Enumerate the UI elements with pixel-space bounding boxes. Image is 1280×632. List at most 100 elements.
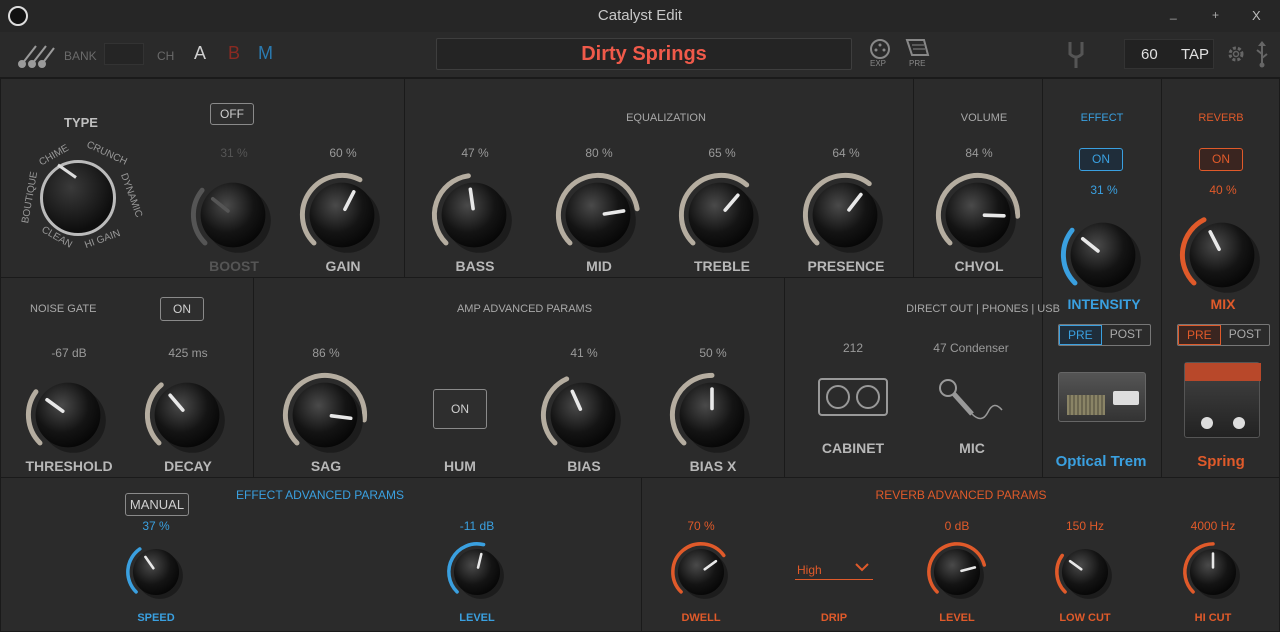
effect-on-button[interactable]: ON [1079, 148, 1123, 171]
bias-value: 41 % [570, 346, 598, 360]
knob-body [200, 182, 266, 248]
preset-name: Dirty Springs [581, 43, 707, 65]
mid-value: 80 % [585, 146, 613, 160]
knob-body [933, 548, 981, 596]
bass-knob[interactable] [429, 170, 519, 265]
effect-name: Optical Trem [1055, 453, 1147, 470]
drip-dropdown[interactable]: High [795, 558, 873, 580]
boost-off-button[interactable]: OFF [210, 103, 254, 125]
tap-button[interactable]: TAP [1181, 46, 1209, 63]
reverb-on-button[interactable]: ON [1199, 148, 1243, 171]
chvol-knob[interactable] [933, 170, 1023, 265]
optical-trem-pedal-image[interactable] [1058, 372, 1146, 422]
gear-icon[interactable] [1226, 44, 1246, 64]
microphone-icon[interactable] [938, 378, 1004, 426]
drip-label: DRIP [820, 612, 848, 624]
threshold-knob-graphic [25, 382, 106, 453]
amp-adv-title: AMP ADVANCED PARAMS [456, 303, 593, 315]
knob-body [1061, 548, 1109, 596]
reverb-name: Spring [1197, 453, 1245, 470]
maximize-button[interactable]: + [1212, 8, 1228, 22]
low-cut-knob[interactable] [1053, 540, 1117, 609]
mid-knob[interactable] [553, 170, 643, 265]
effect-title: EFFECT [1080, 112, 1124, 124]
knob-body [677, 548, 725, 596]
intensity-knob[interactable] [1058, 210, 1148, 305]
hi-cut-knob[interactable] [1181, 540, 1245, 609]
bias-x-knob-graphic [669, 372, 750, 453]
effect-level-knob[interactable] [445, 540, 509, 609]
dwell-knob[interactable] [669, 540, 733, 609]
tuner-fork-icon[interactable] [1064, 40, 1088, 70]
mix-knob[interactable] [1177, 210, 1267, 305]
cabinet-label: CABINET [821, 440, 885, 456]
knob-body [550, 382, 616, 448]
channel-a-button[interactable]: A [194, 43, 206, 64]
bass-label: BASS [455, 258, 495, 274]
threshold-knob[interactable] [23, 370, 113, 465]
reverb-level-value: 0 dB [944, 519, 970, 533]
bias-knob[interactable] [538, 370, 628, 465]
manual-button[interactable]: MANUAL [125, 493, 189, 516]
knob-body [154, 382, 220, 448]
knob-body [688, 182, 754, 248]
effect-post-button[interactable]: POST [1102, 325, 1151, 345]
low-cut-value: 150 Hz [1065, 519, 1105, 533]
pre-icon[interactable] [904, 37, 930, 59]
hi-cut-label: HI CUT [1194, 612, 1232, 624]
mix-knob-graphic [1179, 217, 1260, 293]
effect-pre-button[interactable]: PRE [1059, 325, 1102, 345]
channel-b-button[interactable]: B [228, 43, 240, 64]
decay-knob[interactable] [142, 370, 232, 465]
spring-pedal-image[interactable] [1184, 362, 1261, 438]
intensity-value: 31 % [1090, 183, 1118, 197]
guitars-icon[interactable] [16, 42, 56, 68]
speed-label: SPEED [137, 612, 175, 624]
chvol-label: CHVOL [954, 258, 1004, 274]
mid-knob-graphic [555, 172, 640, 253]
tempo-value[interactable]: 60 [1141, 46, 1158, 63]
treble-knob[interactable] [676, 170, 766, 265]
knob-body [292, 382, 358, 448]
sag-knob[interactable] [280, 370, 370, 465]
treble-knob-graphic [678, 172, 759, 253]
bias-x-knob[interactable] [667, 370, 757, 465]
presence-knob[interactable] [800, 170, 890, 265]
speed-value: 37 % [142, 519, 170, 533]
chvol-value: 84 % [965, 146, 993, 160]
knob-pointer [329, 414, 353, 421]
speed-knob[interactable] [124, 540, 188, 609]
bank-display[interactable] [104, 43, 144, 65]
exp-pedal-icon[interactable] [869, 38, 891, 60]
dwell-label: DWELL [681, 612, 721, 624]
volume-title: VOLUME [960, 112, 1008, 124]
reverb-level-knob[interactable] [925, 540, 989, 609]
minimize-button[interactable]: _ [1170, 6, 1186, 20]
noise-gate-on-button[interactable]: ON [160, 297, 204, 321]
hum-on-button[interactable]: ON [433, 389, 487, 429]
bias-knob-graphic [540, 376, 621, 453]
hum-label: HUM [444, 458, 476, 474]
presence-label: PRESENCE [807, 258, 885, 274]
reverb-post-button[interactable]: POST [1221, 325, 1270, 345]
preset-name-field[interactable]: Dirty Springs [436, 38, 852, 70]
boost-label: BOOST [209, 258, 259, 274]
dwell-knob-graphic [671, 542, 728, 599]
mic-label: MIC [959, 440, 985, 456]
window-title: Catalyst Edit [597, 7, 683, 24]
type-selector-knob[interactable] [40, 160, 116, 236]
presence-value: 64 % [832, 146, 860, 160]
knob-body [35, 382, 101, 448]
sag-label: SAG [310, 458, 342, 474]
toolbar: BANK CH A B M Dirty Springs EXP PRE 60 T… [0, 32, 1280, 78]
usb-icon [1256, 41, 1268, 68]
gain-value: 60 % [329, 146, 357, 160]
mix-value: 40 % [1209, 183, 1237, 197]
cabinet-icon[interactable] [818, 378, 888, 416]
close-button[interactable]: X [1252, 8, 1268, 23]
gain-knob[interactable] [297, 170, 387, 265]
knob-body [453, 548, 501, 596]
boost-knob[interactable] [188, 170, 278, 265]
reverb-pre-button[interactable]: PRE [1178, 325, 1221, 345]
channel-m-button[interactable]: M [258, 43, 273, 64]
